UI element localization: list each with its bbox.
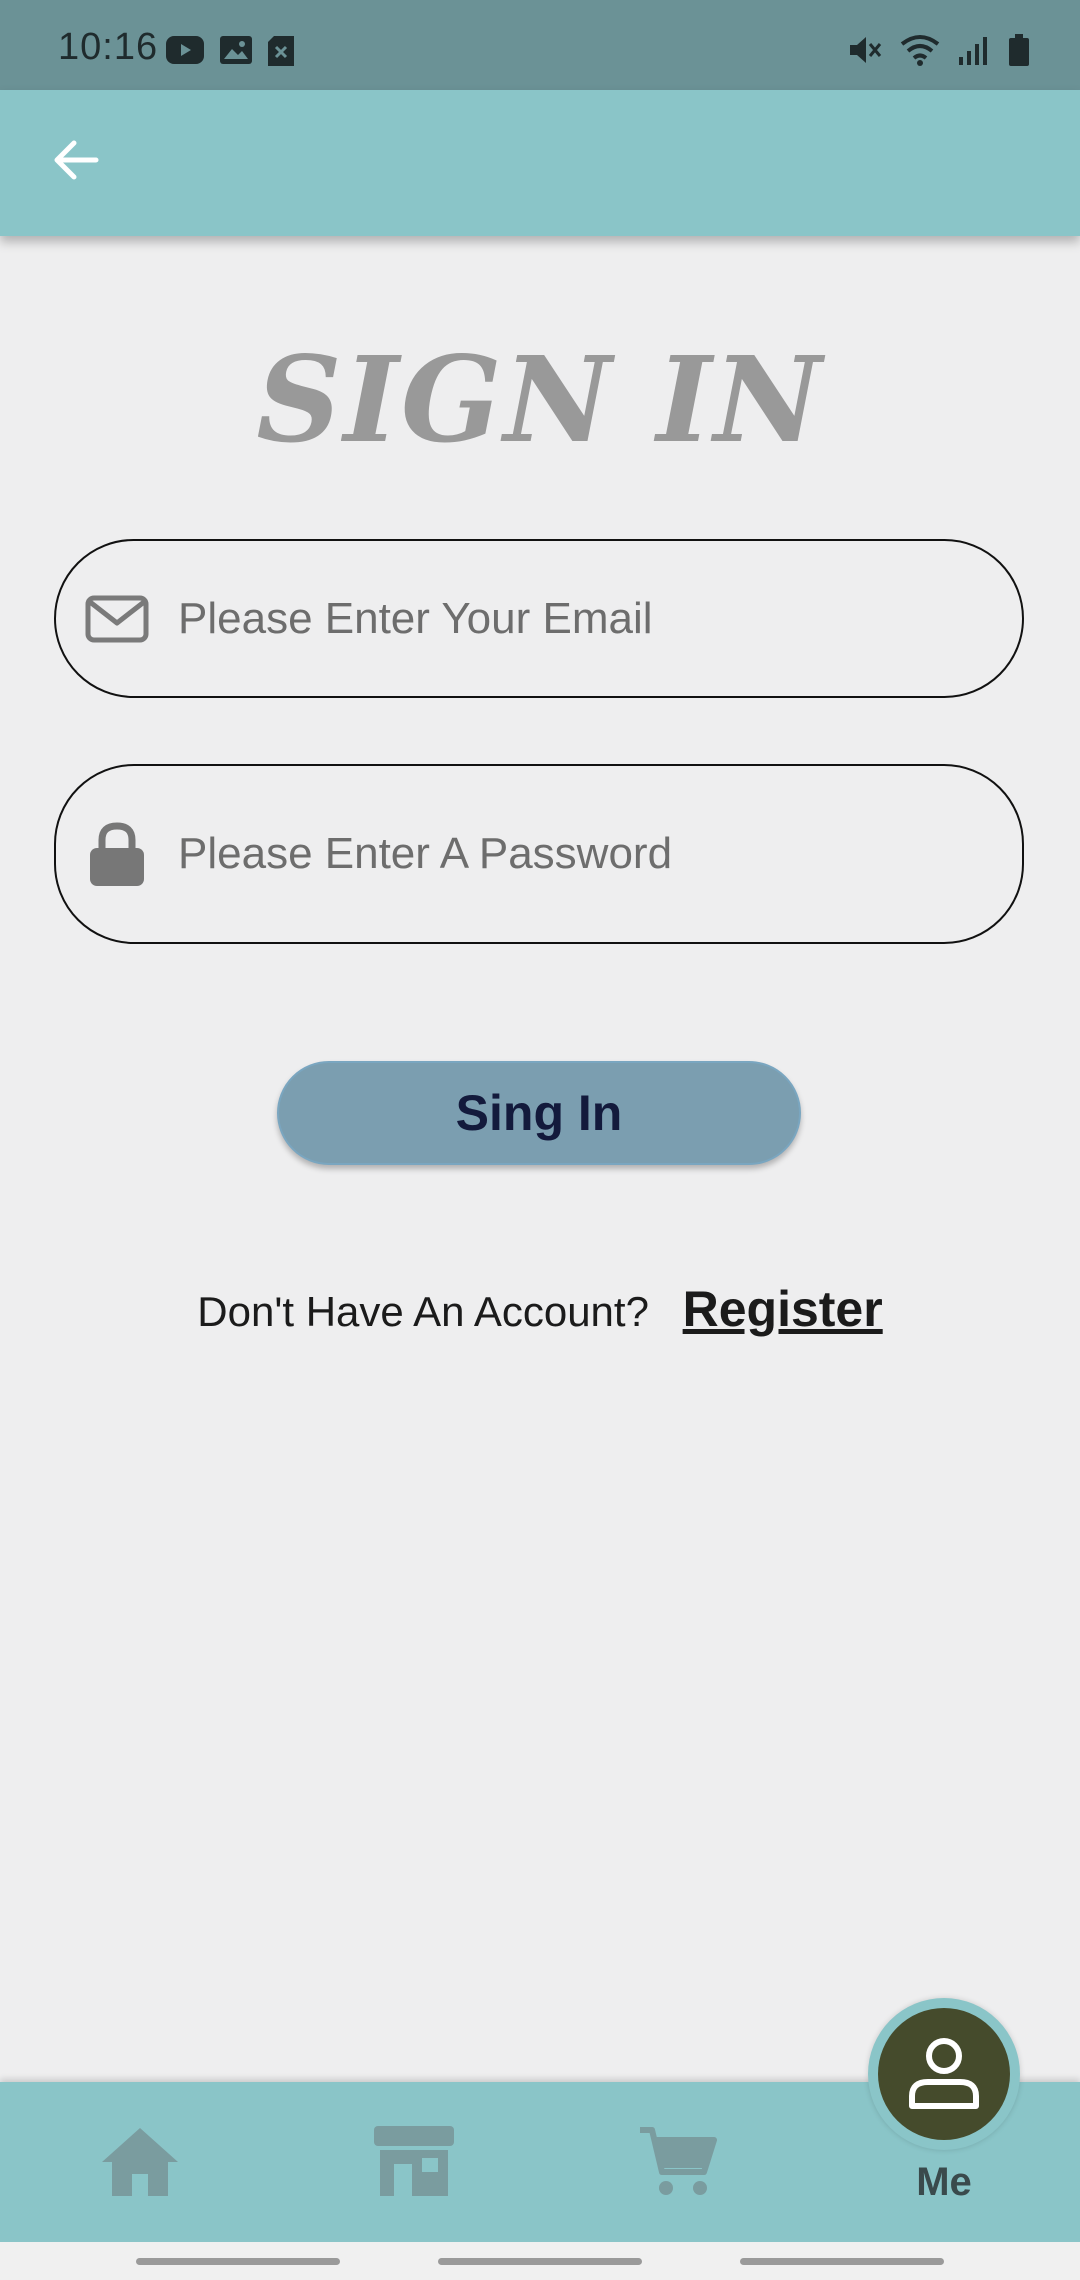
gesture-handle-right — [740, 2258, 944, 2265]
status-bar: 10:16 — [0, 0, 1080, 90]
me-fab-button[interactable] — [868, 1998, 1020, 2150]
nav-cart-button[interactable] — [638, 2124, 718, 2203]
youtube-icon — [166, 36, 204, 71]
password-field[interactable] — [54, 764, 1024, 944]
sim-error-icon — [268, 36, 294, 71]
email-field[interactable] — [54, 539, 1024, 698]
nav-store-button[interactable] — [370, 2124, 458, 2203]
back-button[interactable] — [46, 132, 106, 192]
page-title: SIGN IN — [256, 330, 824, 469]
app-bar — [0, 90, 1080, 236]
mute-icon — [848, 34, 882, 71]
gesture-handle-center — [438, 2258, 642, 2265]
arrow-left-icon — [52, 138, 100, 187]
register-row: Don't Have An Account? Register — [0, 1280, 1080, 1338]
wifi-icon — [900, 34, 940, 71]
battery-icon — [1008, 34, 1030, 71]
gallery-icon — [220, 36, 252, 71]
sign-in-button[interactable]: Sing In — [277, 1061, 801, 1165]
register-link[interactable]: Register — [683, 1281, 883, 1337]
me-fab-inner — [878, 2008, 1010, 2140]
store-icon — [370, 2124, 458, 2203]
signal-icon — [958, 35, 990, 70]
home-icon — [98, 2124, 182, 2203]
status-right-icons — [848, 34, 1030, 71]
gesture-bar — [0, 2242, 1080, 2280]
cart-icon — [638, 2124, 718, 2203]
status-left-icons — [166, 36, 294, 71]
status-time: 10:16 — [58, 26, 159, 68]
envelope-icon — [82, 595, 152, 643]
person-icon — [904, 2032, 984, 2117]
register-prompt: Don't Have An Account? — [197, 1288, 649, 1335]
nav-me-label[interactable]: Me — [880, 2160, 1008, 2205]
nav-home-button[interactable] — [98, 2124, 182, 2203]
email-input[interactable] — [176, 592, 1000, 645]
password-input[interactable] — [176, 828, 1000, 880]
lock-icon — [82, 822, 152, 886]
gesture-handle-left — [136, 2258, 340, 2265]
